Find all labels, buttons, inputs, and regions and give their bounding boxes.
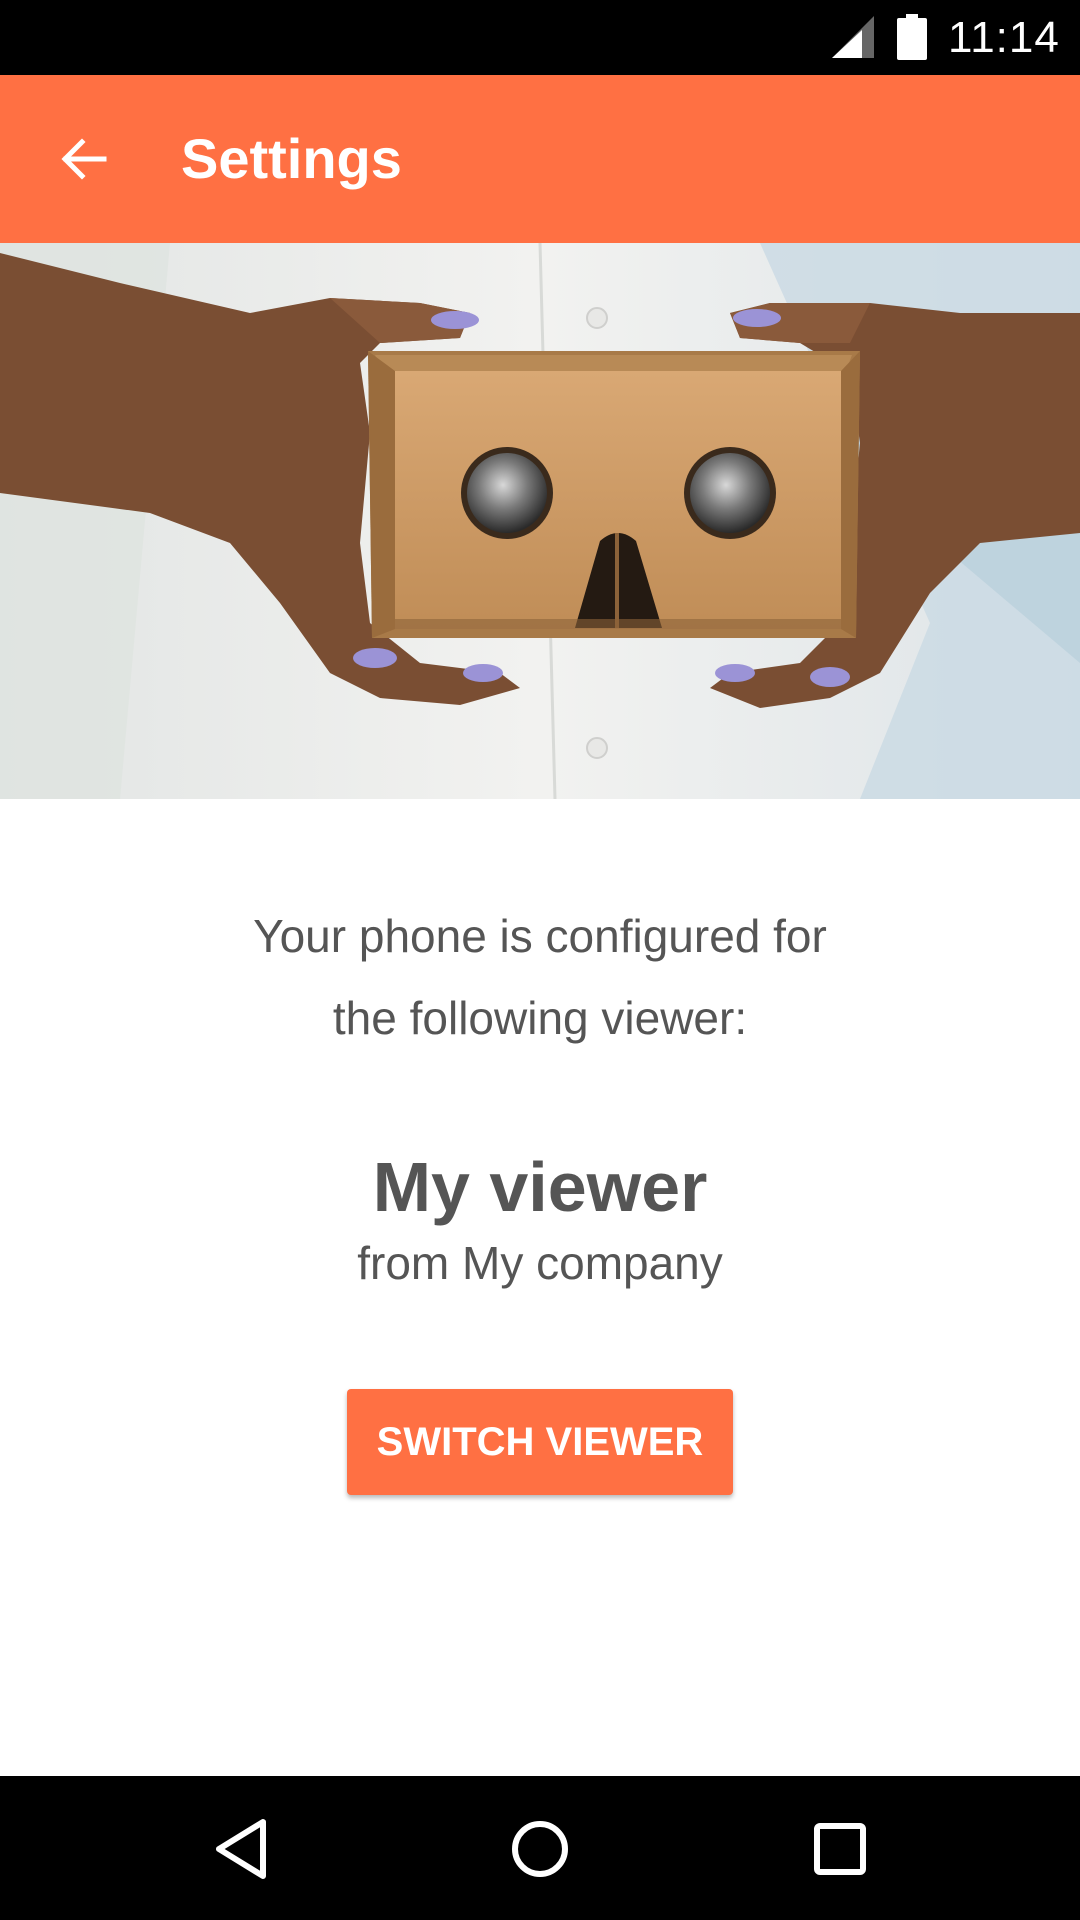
viewer-company: from My company [357,1237,723,1289]
nav-home-button[interactable] [495,1804,585,1894]
status-clock: 11:14 [948,13,1060,62]
hero-image [0,243,1080,799]
settings-screen: 11:14 Settings Your phone is configured … [0,0,1080,1920]
configured-message: Your phone is configured for the followi… [140,895,940,1059]
cardboard-viewer-photo [0,243,1080,799]
app-bar: Settings [0,75,1080,243]
viewer-info-section: Your phone is configured for the followi… [0,799,1080,1776]
configured-line-2: the following viewer: [332,992,748,1044]
status-bar: 11:14 [0,0,1080,75]
home-circle-icon [512,1821,568,1877]
nav-back-button[interactable] [196,1804,286,1894]
battery-icon [897,14,927,60]
cellular-signal-icon [832,16,874,58]
page-title: Settings [181,127,402,190]
switch-viewer-button[interactable]: SWITCH VIEWER [347,1389,733,1495]
nav-recents-button[interactable] [795,1804,885,1894]
configured-line-1: Your phone is configured for [253,910,827,962]
recents-square-icon [814,1823,866,1875]
navigation-bar [0,1776,1080,1920]
viewer-name: My viewer [372,1148,708,1226]
back-button[interactable] [40,119,126,199]
back-triangle-icon [216,1819,266,1879]
arrow-back-icon [61,138,107,180]
